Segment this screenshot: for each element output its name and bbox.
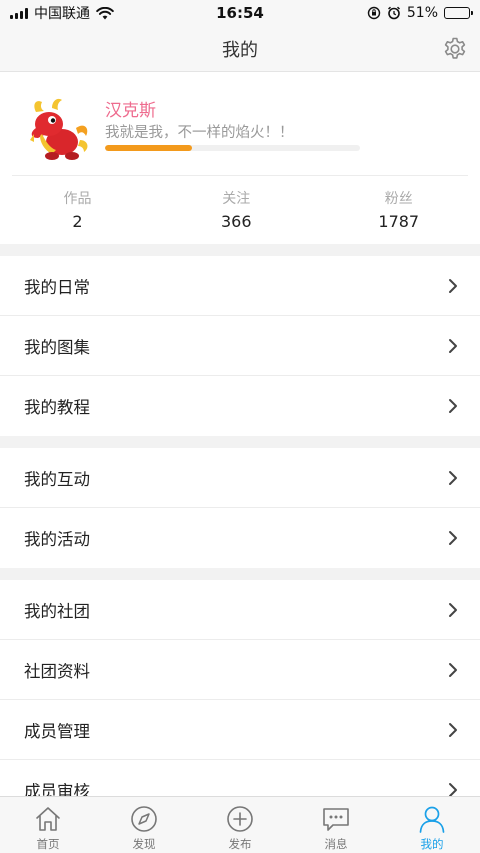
- tab-publish[interactable]: 发布: [192, 797, 288, 853]
- battery-icon: [444, 7, 473, 19]
- menu-item-my-club[interactable]: 我的社团: [0, 580, 480, 640]
- menu-item-label: 我的教程: [24, 398, 90, 417]
- avatar[interactable]: [22, 94, 94, 166]
- status-left: 中国联通: [10, 3, 114, 23]
- tab-discover[interactable]: 发现: [96, 797, 192, 853]
- alarm-icon: [387, 6, 400, 20]
- chevron-right-icon: [449, 531, 457, 545]
- gear-icon[interactable]: [442, 36, 468, 62]
- stat-label: 关注: [222, 191, 251, 207]
- profile-nickname: 汉克斯: [105, 101, 156, 121]
- chevron-right-icon: [449, 662, 457, 677]
- wifi-icon: [96, 6, 114, 19]
- stat-value: 1787: [378, 212, 420, 231]
- stat-value: 366: [220, 212, 252, 231]
- menu-item-member-management[interactable]: 成员管理: [0, 700, 480, 760]
- compass-icon: [131, 806, 157, 832]
- stat-followers[interactable]: 粉丝 1787: [318, 188, 480, 231]
- menu-item-label: 成员管理: [24, 721, 90, 741]
- menu-group-content: 我的日常 我的图集 我的教程: [0, 256, 480, 436]
- tab-label: 发现: [132, 837, 156, 851]
- battery-percent: 51%: [406, 5, 438, 21]
- carrier-label: 中国联通: [34, 6, 90, 22]
- tab-messages[interactable]: 消息: [288, 797, 384, 853]
- menu-item-events[interactable]: 我的活动: [0, 508, 480, 568]
- profile-stats: 作品 2 关注 366 粉丝 1787: [0, 188, 480, 231]
- profile-bio: 我就是我，不一样的焰火！！: [105, 125, 294, 141]
- plus-circle-icon: [227, 806, 253, 832]
- menu-group-club: 我的社团 社团资料 成员管理 成员审核: [0, 580, 480, 820]
- menu-item-label: 我的图集: [24, 337, 90, 357]
- divider: [12, 175, 468, 176]
- stat-value: 2: [72, 212, 83, 231]
- tab-label: 消息: [324, 837, 348, 851]
- chevron-right-icon: [449, 338, 457, 353]
- status-bar: 中国联通 16:54 51%: [0, 0, 480, 26]
- menu-group-activity: 我的互动 我的活动: [0, 448, 480, 568]
- menu-item-club-info[interactable]: 社团资料: [0, 640, 480, 700]
- stat-label: 作品: [63, 191, 92, 207]
- stat-label: 粉丝: [384, 191, 413, 207]
- tab-bar: 首页 发现 发布 消息 我的: [0, 796, 480, 853]
- menu-item-label: 我的日常: [24, 277, 90, 297]
- nav-bar: 我的: [0, 26, 480, 72]
- home-icon: [36, 807, 60, 831]
- status-right: 51%: [367, 5, 473, 21]
- menu-item-label: 我的活动: [24, 530, 90, 549]
- signal-icon: [10, 7, 28, 19]
- tab-home[interactable]: 首页: [0, 797, 96, 853]
- profile-card[interactable]: 汉克斯 我就是我，不一样的焰火！！ 作品 2 关注 366 粉丝 1787: [0, 72, 480, 244]
- page-title: 我的: [222, 39, 258, 61]
- menu-item-label: 我的互动: [24, 469, 90, 489]
- tab-label: 我的: [420, 837, 444, 851]
- level-progress-bar: [105, 145, 360, 151]
- chevron-right-icon: [449, 278, 457, 293]
- level-progress-fill: [105, 145, 192, 151]
- menu-item-albums[interactable]: 我的图集: [0, 316, 480, 376]
- message-icon: [323, 808, 349, 831]
- menu-item-tutorials[interactable]: 我的教程: [0, 376, 480, 436]
- chevron-right-icon: [449, 399, 457, 413]
- chevron-right-icon: [449, 722, 457, 737]
- orientation-lock-icon: [367, 6, 381, 20]
- stat-following[interactable]: 关注 366: [155, 188, 318, 231]
- menu-item-label: 我的社团: [24, 601, 90, 621]
- chevron-right-icon: [449, 602, 457, 617]
- tab-me[interactable]: 我的: [384, 797, 480, 853]
- stat-works[interactable]: 作品 2: [0, 188, 155, 231]
- menu-item-interactions[interactable]: 我的互动: [0, 448, 480, 508]
- person-icon: [419, 806, 445, 833]
- tab-label: 发布: [228, 837, 252, 851]
- menu-item-daily[interactable]: 我的日常: [0, 256, 480, 316]
- chevron-right-icon: [449, 470, 457, 485]
- tab-label: 首页: [36, 837, 60, 851]
- menu-item-label: 社团资料: [24, 661, 90, 681]
